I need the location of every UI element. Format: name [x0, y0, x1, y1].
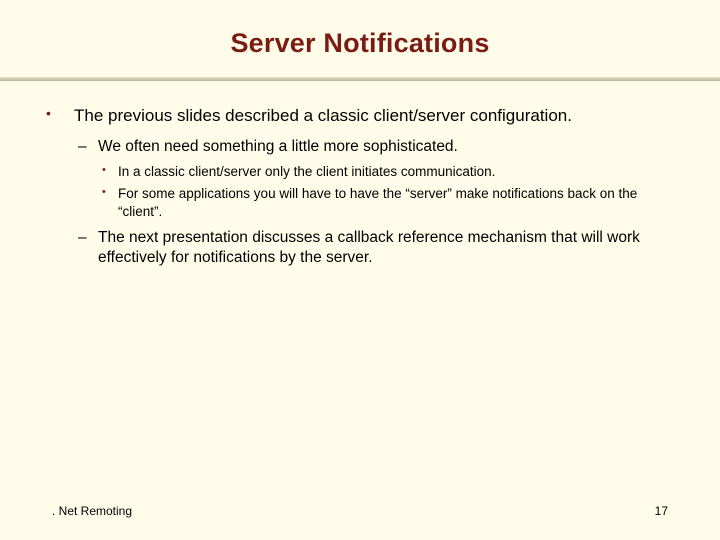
bullet-list-lvl3: In a classic client/server only the clie…	[98, 163, 680, 220]
list-item: In a classic client/server only the clie…	[98, 163, 680, 181]
bullet-text: The previous slides described a classic …	[74, 106, 572, 125]
bullet-text: We often need something a little more so…	[98, 138, 458, 155]
divider-rule	[0, 77, 720, 81]
bullet-list-lvl2: We often need something a little more so…	[74, 137, 680, 269]
slide: Server Notifications The previous slides…	[0, 0, 720, 540]
list-item: We often need something a little more so…	[74, 137, 680, 221]
bullet-list-lvl1: The previous slides described a classic …	[40, 105, 680, 269]
slide-title: Server Notifications	[40, 28, 680, 59]
footer-left: . Net Remoting	[52, 504, 132, 518]
footer-page-number: 17	[655, 504, 668, 518]
list-item: The next presentation discusses a callba…	[74, 228, 680, 268]
list-item: For some applications you will have to h…	[98, 185, 680, 221]
footer: . Net Remoting 17	[0, 504, 720, 518]
bullet-text: In a classic client/server only the clie…	[118, 164, 495, 179]
list-item: The previous slides described a classic …	[40, 105, 680, 269]
bullet-text: The next presentation discusses a callba…	[98, 229, 640, 266]
bullet-text: For some applications you will have to h…	[118, 186, 637, 219]
